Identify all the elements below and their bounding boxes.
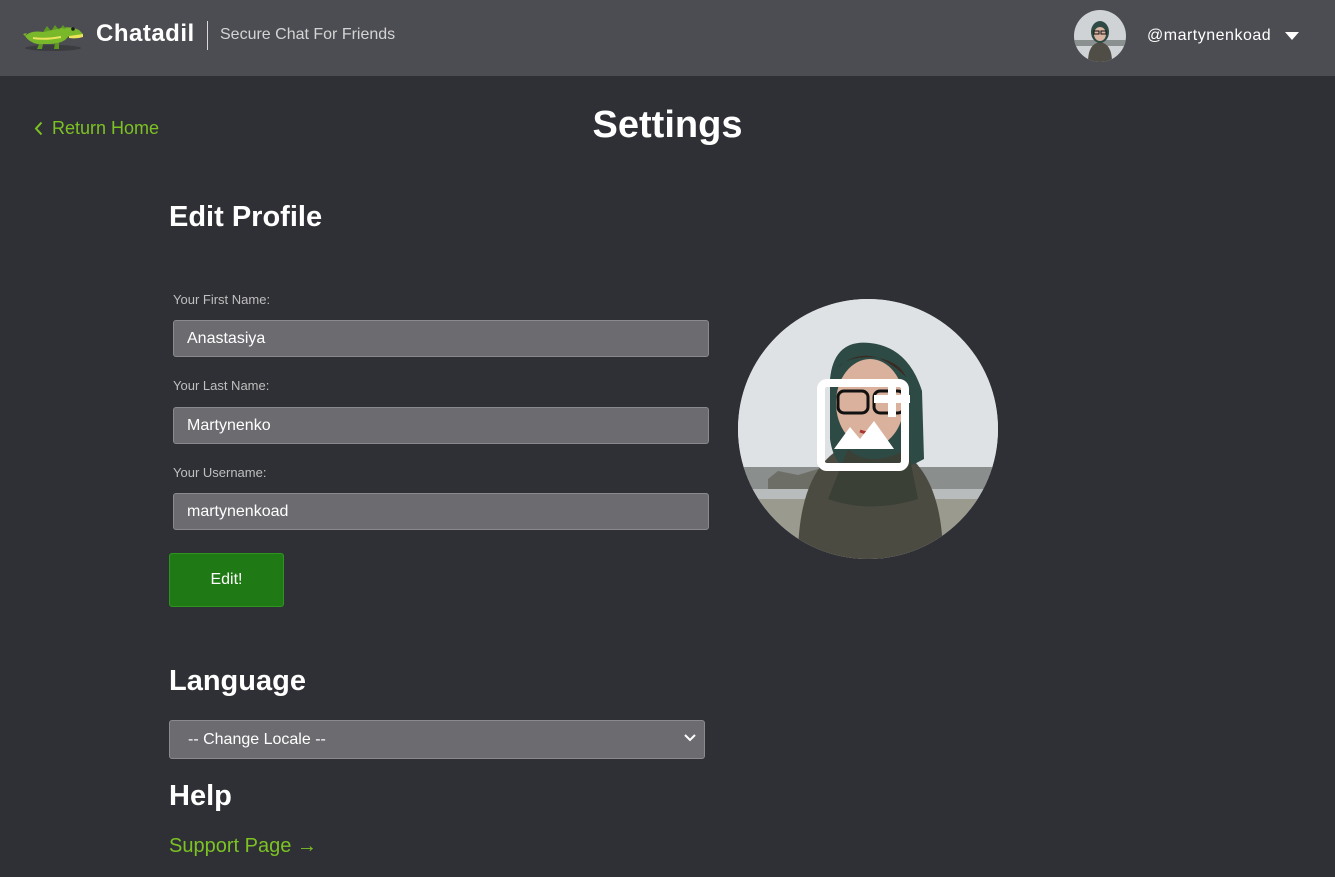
locale-select[interactable]: -- Change Locale -- — [169, 720, 705, 759]
username-label: Your Username: — [173, 465, 267, 480]
brand-divider — [207, 21, 208, 50]
language-heading: Language — [169, 665, 306, 697]
username-menu[interactable]: @martynenkoad — [1147, 27, 1271, 45]
user-avatar[interactable] — [1074, 10, 1126, 62]
brand-tagline: Secure Chat For Friends — [220, 26, 396, 43]
last-name-input[interactable] — [173, 407, 709, 444]
help-heading: Help — [169, 780, 232, 812]
brand-name: Chatadil — [96, 20, 195, 47]
edit-profile-heading: Edit Profile — [169, 201, 323, 233]
profile-photo-upload[interactable] — [738, 299, 998, 559]
chevron-down-icon — [684, 734, 696, 742]
support-page-link[interactable]: Support Page → — [169, 835, 317, 858]
last-name-label: Your Last Name: — [173, 378, 270, 393]
page-title: Settings — [592, 104, 743, 146]
first-name-input[interactable] — [173, 320, 709, 357]
edit-profile-button[interactable]: Edit! — [169, 553, 284, 607]
locale-select-value: -- Change Locale -- — [188, 730, 326, 748]
username-input[interactable] — [173, 493, 709, 530]
top-bar: Chatadil Secure Chat For Friends @martyn… — [0, 0, 1335, 76]
caret-down-icon[interactable] — [1285, 32, 1299, 40]
crocodile-logo[interactable] — [21, 16, 85, 54]
first-name-label: Your First Name: — [173, 292, 271, 307]
